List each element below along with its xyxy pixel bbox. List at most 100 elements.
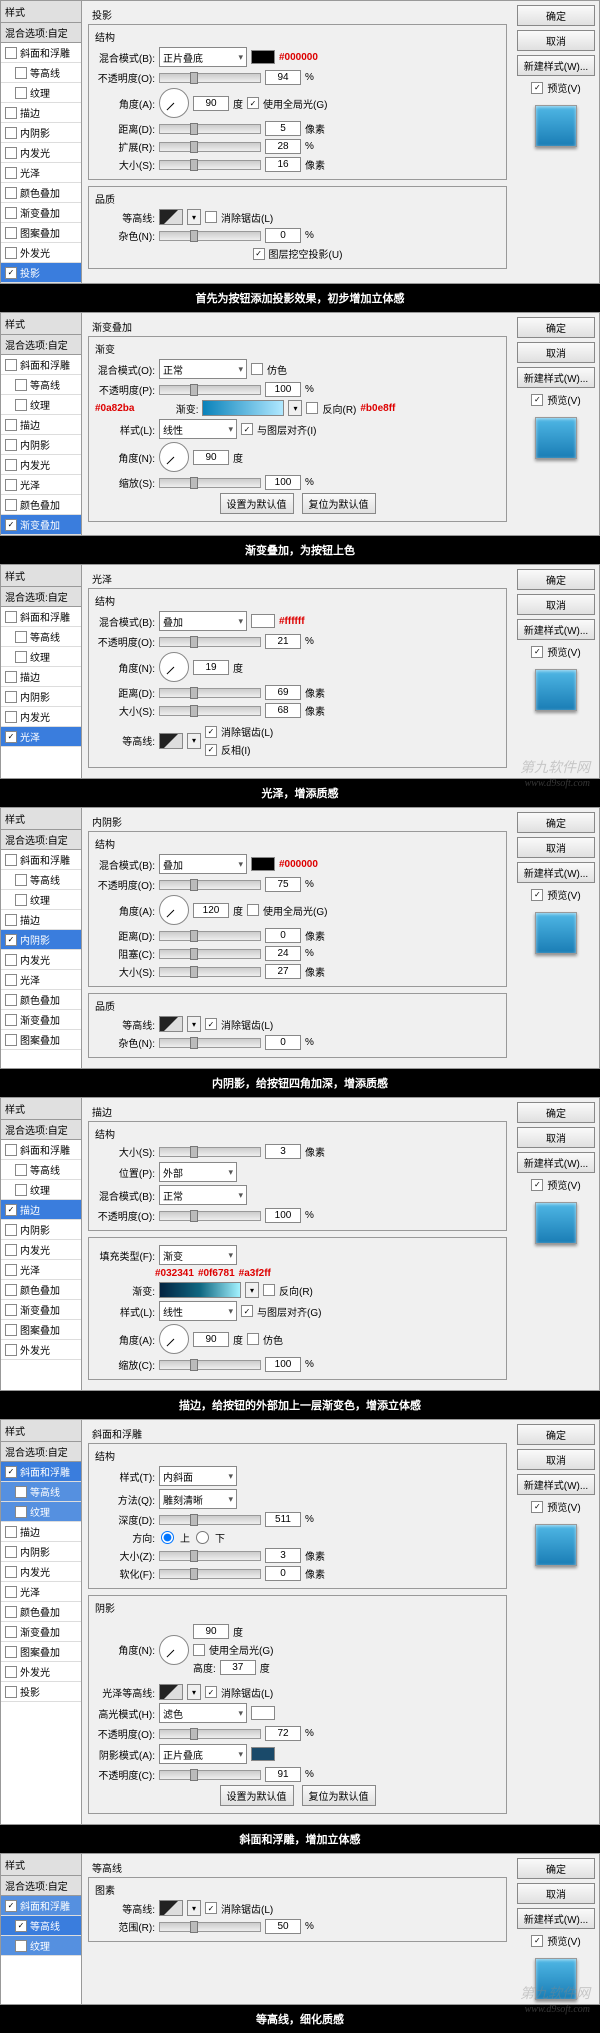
new-style-button[interactable]: 新建样式(W)...	[517, 1908, 595, 1929]
value-input[interactable]: 3	[265, 1144, 301, 1159]
sidebar-item[interactable]: 内发光	[1, 143, 81, 163]
checkbox-icon[interactable]	[5, 207, 17, 219]
checkbox-icon[interactable]	[5, 1466, 17, 1478]
checkbox-icon[interactable]	[5, 1144, 17, 1156]
sidebar-item[interactable]: 内阴影	[1, 930, 81, 950]
sidebar-item[interactable]: 内阴影	[1, 1220, 81, 1240]
value-input[interactable]: 100	[265, 382, 301, 397]
sidebar-item[interactable]: 内发光	[1, 1240, 81, 1260]
checkbox-icon[interactable]	[205, 211, 217, 223]
checkbox-icon[interactable]	[5, 1204, 17, 1216]
slider[interactable]	[159, 231, 261, 241]
color-swatch[interactable]	[251, 50, 275, 64]
slider[interactable]	[159, 1770, 261, 1780]
slider[interactable]	[159, 1515, 261, 1525]
value-input[interactable]: 27	[265, 964, 301, 979]
checkbox-icon[interactable]	[15, 651, 27, 663]
checkbox-icon[interactable]	[15, 1486, 27, 1498]
sidebar-item[interactable]: 光泽	[1, 1260, 81, 1280]
checkbox-icon[interactable]	[5, 1284, 17, 1296]
sidebar-item[interactable]: 斜面和浮雕	[1, 43, 81, 63]
slider[interactable]	[159, 880, 261, 890]
checkbox-icon[interactable]	[5, 854, 17, 866]
ok-button[interactable]: 确定	[517, 317, 595, 338]
slider[interactable]	[159, 967, 261, 977]
sidebar-item[interactable]: 内发光	[1, 1562, 81, 1582]
checkbox-icon[interactable]	[15, 399, 27, 411]
sidebar-blend-options[interactable]: 混合选项:自定	[1, 830, 81, 850]
value-input[interactable]: 72	[265, 1726, 301, 1741]
angle-input[interactable]: 120	[193, 903, 229, 918]
angle-input[interactable]: 90	[193, 450, 229, 465]
sidebar-item[interactable]: 渐变叠加	[1, 1622, 81, 1642]
sidebar-item[interactable]: 颜色叠加	[1, 990, 81, 1010]
checkbox-icon[interactable]	[253, 248, 265, 260]
sidebar-item[interactable]: 渐变叠加	[1, 1010, 81, 1030]
sidebar-item[interactable]: 光泽	[1, 970, 81, 990]
sidebar-item[interactable]: 描边	[1, 910, 81, 930]
checkbox-icon[interactable]	[193, 1644, 205, 1656]
sidebar-item[interactable]: 外发光	[1, 1662, 81, 1682]
sidebar-item[interactable]: 纹理	[1, 1936, 81, 1956]
value-input[interactable]: 21	[265, 634, 301, 649]
checkbox-icon[interactable]	[205, 1686, 217, 1698]
slider[interactable]	[159, 124, 261, 134]
checkbox-icon[interactable]	[247, 97, 259, 109]
angle-dial[interactable]	[159, 442, 189, 472]
angle-dial[interactable]	[159, 1635, 189, 1665]
angle-dial[interactable]	[159, 1324, 189, 1354]
sidebar-item[interactable]: 等高线	[1, 1482, 81, 1502]
sidebar-item[interactable]: 颜色叠加	[1, 183, 81, 203]
sidebar-item[interactable]: 斜面和浮雕	[1, 850, 81, 870]
sidebar-item[interactable]: 颜色叠加	[1, 1280, 81, 1300]
checkbox-icon[interactable]	[5, 247, 17, 259]
checkbox-icon[interactable]	[15, 874, 27, 886]
sidebar-item[interactable]: 描边	[1, 667, 81, 687]
value-input[interactable]: 3	[265, 1548, 301, 1563]
slider[interactable]	[159, 1360, 261, 1370]
checkbox-icon[interactable]	[5, 499, 17, 511]
checkbox-icon[interactable]	[205, 1018, 217, 1030]
slider[interactable]	[159, 478, 261, 488]
ok-button[interactable]: 确定	[517, 569, 595, 590]
sidebar-item[interactable]: 纹理	[1, 647, 81, 667]
sidebar-item[interactable]: 纹理	[1, 890, 81, 910]
checkbox-icon[interactable]	[15, 379, 27, 391]
cancel-button[interactable]: 取消	[517, 1127, 595, 1148]
ok-button[interactable]: 确定	[517, 812, 595, 833]
checkbox-icon[interactable]	[15, 894, 27, 906]
preview-checkbox[interactable]	[531, 646, 543, 658]
gradient-picker[interactable]	[202, 400, 284, 416]
value-input[interactable]: 511	[265, 1512, 301, 1527]
contour-picker[interactable]	[159, 1900, 183, 1916]
sidebar-item[interactable]: 纹理	[1, 1180, 81, 1200]
checkbox-icon[interactable]	[247, 1333, 259, 1345]
checkbox-icon[interactable]	[5, 167, 17, 179]
checkbox-icon[interactable]	[5, 1626, 17, 1638]
checkbox-icon[interactable]	[15, 1940, 27, 1952]
slider[interactable]	[159, 1729, 261, 1739]
checkbox-icon[interactable]	[5, 1526, 17, 1538]
sidebar-item[interactable]: 等高线	[1, 1160, 81, 1180]
select[interactable]: 渐变	[159, 1245, 237, 1265]
sidebar-item[interactable]: 图案叠加	[1, 223, 81, 243]
sidebar-item[interactable]: 斜面和浮雕	[1, 1140, 81, 1160]
sidebar-item[interactable]: 渐变叠加	[1, 1300, 81, 1320]
slider[interactable]	[159, 160, 261, 170]
angle-dial[interactable]	[159, 895, 189, 925]
checkbox-icon[interactable]	[5, 611, 17, 623]
cancel-button[interactable]: 取消	[517, 594, 595, 615]
checkbox-icon[interactable]	[5, 479, 17, 491]
value-input[interactable]: 5	[265, 121, 301, 136]
contour-picker[interactable]	[159, 1684, 183, 1700]
sidebar-item[interactable]: 图案叠加	[1, 1642, 81, 1662]
dropdown-arrow-icon[interactable]: ▾	[187, 1684, 201, 1700]
checkbox-icon[interactable]	[5, 1244, 17, 1256]
slider[interactable]	[159, 706, 261, 716]
checkbox-icon[interactable]	[5, 691, 17, 703]
reset-default-button[interactable]: 复位为默认值	[302, 493, 376, 514]
checkbox-icon[interactable]	[15, 1920, 27, 1932]
checkbox-icon[interactable]	[5, 519, 17, 531]
value-input[interactable]: 68	[265, 703, 301, 718]
new-style-button[interactable]: 新建样式(W)...	[517, 862, 595, 883]
